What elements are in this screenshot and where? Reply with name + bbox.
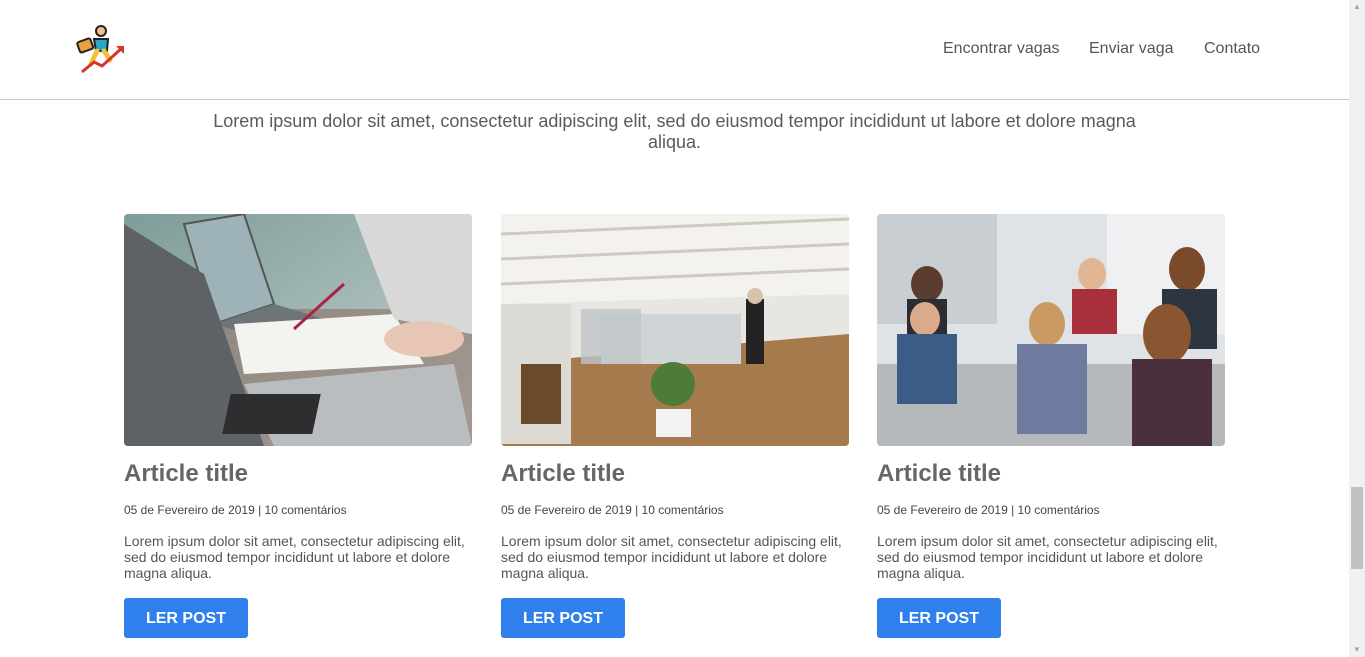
article-image-office[interactable] — [501, 214, 849, 446]
article-card: Article title 05 de Fevereiro de 2019 | … — [124, 214, 472, 638]
article-meta: 05 de Fevereiro de 2019 | 10 comentários — [124, 503, 347, 517]
read-post-button[interactable]: LER POST — [501, 598, 625, 638]
nav-find-jobs[interactable]: Encontrar vagas — [943, 40, 1060, 58]
intro-text: Lorem ipsum dolor sit amet, consectetur … — [213, 111, 1136, 152]
main-nav: Encontrar vagas Enviar vaga Contato — [0, 40, 1349, 60]
article-title[interactable]: Article title — [124, 460, 472, 488]
read-post-button[interactable]: LER POST — [124, 598, 248, 638]
article-image-laptops[interactable] — [124, 214, 472, 446]
vertical-scrollbar[interactable]: ▲ ▼ — [1349, 0, 1365, 657]
site-header: Encontrar vagas Enviar vaga Contato — [0, 0, 1349, 100]
article-title[interactable]: Article title — [877, 460, 1225, 488]
read-post-button[interactable]: LER POST — [877, 598, 1001, 638]
article-excerpt: Lorem ipsum dolor sit amet, consectetur … — [877, 533, 1218, 581]
article-image-team[interactable] — [877, 214, 1225, 446]
article-card: Article title 05 de Fevereiro de 2019 | … — [877, 214, 1225, 638]
nav-send-job[interactable]: Enviar vaga — [1089, 40, 1174, 58]
article-meta: 05 de Fevereiro de 2019 | 10 comentários — [877, 503, 1100, 517]
article-excerpt: Lorem ipsum dolor sit amet, consectetur … — [501, 533, 842, 581]
article-excerpt: Lorem ipsum dolor sit amet, consectetur … — [124, 533, 465, 581]
article-card: Article title 05 de Fevereiro de 2019 | … — [501, 214, 849, 638]
scroll-down-icon[interactable]: ▼ — [1349, 643, 1365, 657]
article-title[interactable]: Article title — [501, 460, 849, 488]
scroll-up-icon[interactable]: ▲ — [1349, 0, 1365, 14]
scrollbar-thumb[interactable] — [1351, 487, 1363, 569]
article-meta: 05 de Fevereiro de 2019 | 10 comentários — [501, 503, 724, 517]
nav-contact[interactable]: Contato — [1204, 40, 1260, 58]
